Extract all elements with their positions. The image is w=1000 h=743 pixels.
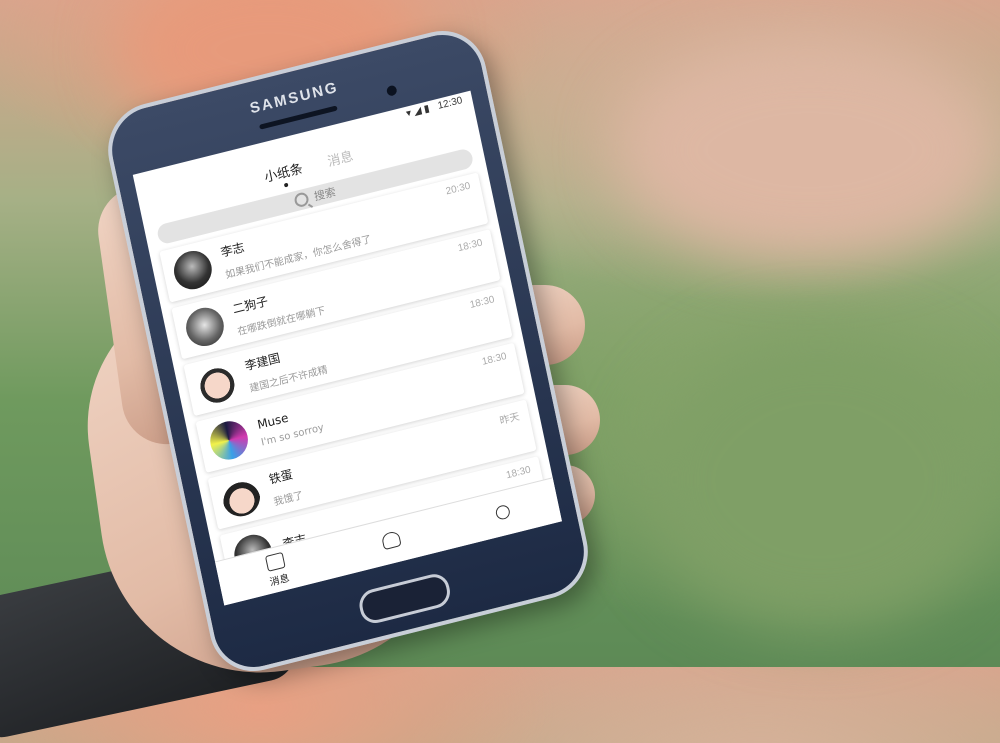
background-blur-greenery: [640, 330, 1000, 630]
background-blur-building: [620, 40, 1000, 260]
message-icon: [265, 551, 286, 572]
tab-notes[interactable]: 小纸条: [262, 158, 304, 186]
avatar-tie-dan: [218, 474, 264, 521]
nav-friends[interactable]: [380, 530, 402, 552]
phone: SAMSUNG ▾ ◢ ▮ 12:30 小纸条 消息 搜索 李志 如果我们不能成…: [99, 21, 610, 681]
front-camera: [385, 84, 398, 97]
home-button[interactable]: [356, 570, 453, 627]
avatar-muse: [206, 417, 252, 464]
phone-body: SAMSUNG ▾ ◢ ▮ 12:30 小纸条 消息 搜索 李志 如果我们不能成…: [99, 21, 597, 681]
friends-icon: [380, 530, 402, 551]
nav-messages[interactable]: 消息: [264, 551, 290, 588]
signal-icon: ▾ ◢ ▮: [405, 103, 431, 120]
tab-messages[interactable]: 消息: [326, 145, 354, 170]
search-label: 搜索: [312, 185, 337, 204]
phone-screen: ▾ ◢ ▮ 12:30 小纸条 消息 搜索 李志 如果我们不能成家，你怎么舍得了: [132, 90, 562, 606]
status-time: 12:30: [436, 95, 464, 112]
nav-profile[interactable]: [494, 503, 511, 523]
search-icon: [293, 191, 310, 209]
avatar-er-gou-zi: [182, 303, 228, 351]
nav-messages-label: 消息: [268, 572, 291, 589]
profile-icon: [494, 503, 511, 521]
avatar-li-zhi: [170, 246, 216, 294]
avatar-li-jian-guo: [194, 360, 240, 407]
